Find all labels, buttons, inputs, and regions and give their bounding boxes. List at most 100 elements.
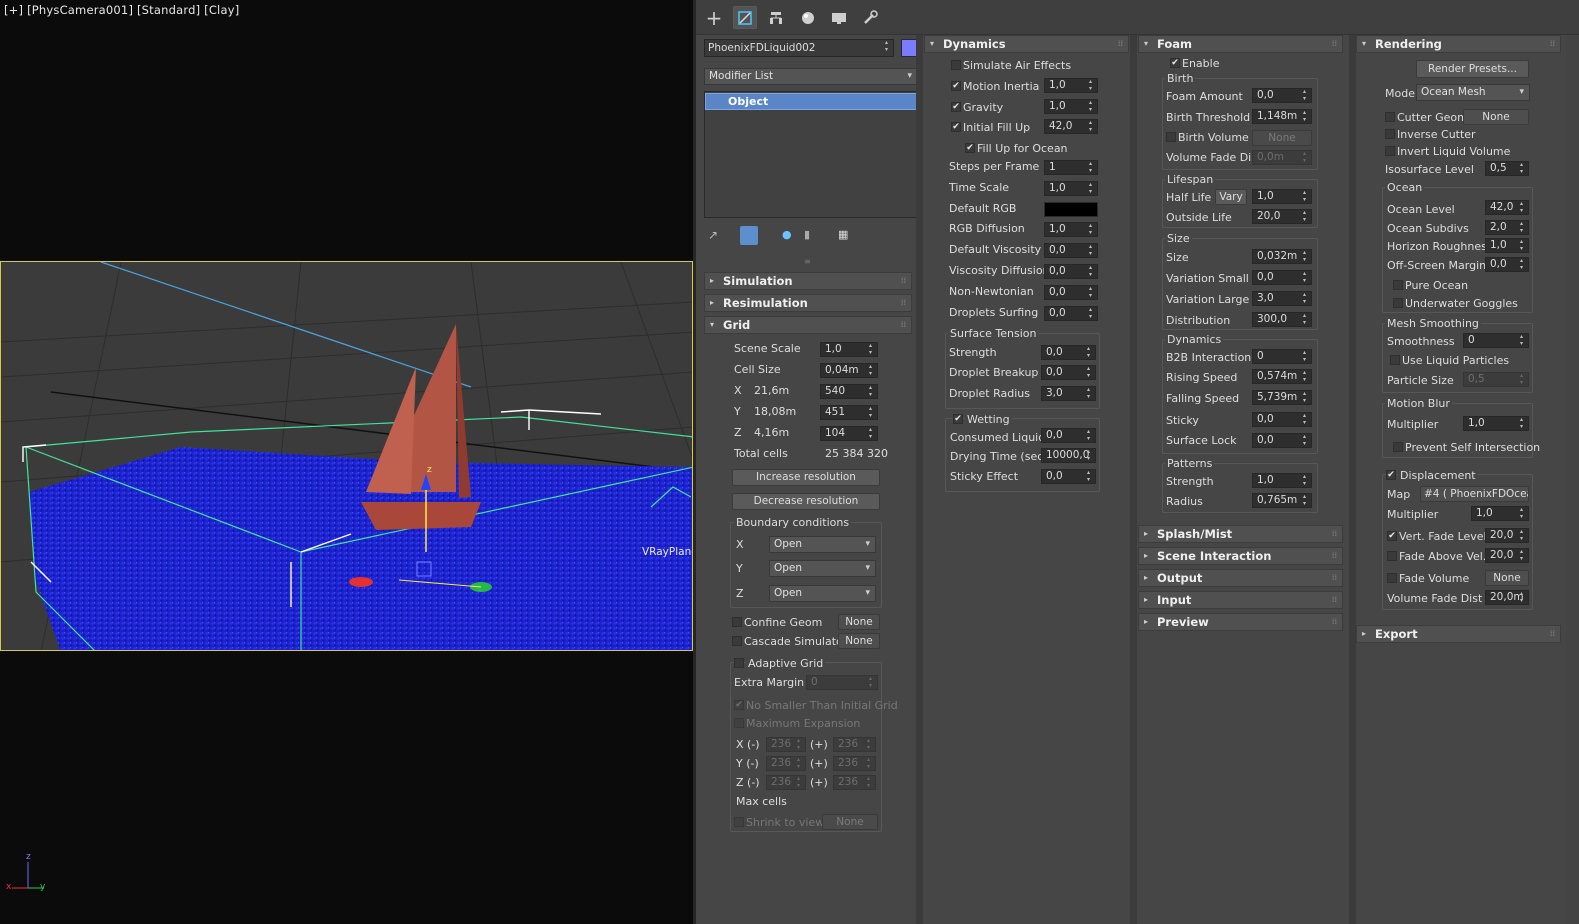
fill-up-ocean-checkbox[interactable] — [965, 143, 975, 153]
pin-stack-icon[interactable]: ↗ — [708, 228, 718, 242]
isosurface-level-spinner[interactable]: 0,5 — [1485, 161, 1529, 176]
fade-volume-checkbox[interactable] — [1387, 573, 1397, 583]
column-separator[interactable] — [1349, 35, 1356, 924]
rollout-input[interactable]: ▸ Input ⁞⁞ — [1138, 591, 1343, 609]
rollout-scene-interaction[interactable]: ▸ Scene Interaction ⁞⁞ — [1138, 547, 1343, 565]
wetting-checkbox[interactable] — [953, 414, 963, 424]
fade-above-vel-checkbox[interactable] — [1387, 551, 1397, 561]
smoothness-spinner[interactable]: 0 — [1463, 333, 1529, 348]
invert-liquid-checkbox[interactable] — [1385, 146, 1395, 156]
modifier-list-dropdown[interactable]: Modifier List — [704, 68, 918, 85]
fade-above-vel-spinner[interactable]: 20,0 — [1485, 548, 1529, 563]
displacement-map-button[interactable]: #4 ( PhoenixFDOcean — [1420, 486, 1529, 502]
boundary-y-dropdown[interactable]: Open — [769, 560, 876, 577]
rollout-preview[interactable]: ▸ Preview ⁞⁞ — [1138, 613, 1343, 631]
rollout-resimulation[interactable]: ▸ Resimulation ⁞⁞ — [704, 294, 912, 312]
size-spinner[interactable]: 0,032m — [1252, 249, 1312, 264]
x-plus-spinner[interactable]: 236 — [833, 737, 876, 752]
remove-modifier-icon[interactable]: ▮ — [804, 228, 810, 241]
boundary-z-dropdown[interactable]: Open — [769, 585, 876, 602]
default-viscosity-spinner[interactable]: 0,0 — [1044, 243, 1098, 258]
grid-x-cells-spinner[interactable]: 540 — [820, 384, 878, 399]
create-tab-icon[interactable]: + — [702, 6, 726, 29]
variation-small-spinner[interactable]: 0,0 — [1252, 270, 1312, 285]
foam-amount-spinner[interactable]: 0,0 — [1252, 88, 1312, 103]
grid-y-cells-spinner[interactable]: 451 — [820, 405, 878, 420]
consumed-liquid-spinner[interactable]: 0,0 — [1041, 428, 1096, 443]
adaptive-grid-checkbox[interactable] — [734, 658, 744, 668]
rollout-simulation[interactable]: ▸ Simulation ⁞⁞ — [704, 272, 912, 290]
rollout-output[interactable]: ▸ Output ⁞⁞ — [1138, 569, 1343, 587]
birth-volume-button[interactable]: None — [1252, 130, 1312, 146]
increase-resolution-button[interactable]: Increase resolution — [732, 469, 880, 486]
droplet-breakup-spinner[interactable]: 0,0 — [1041, 365, 1096, 380]
droplets-surfing-spinner[interactable]: 0,0 — [1044, 306, 1098, 321]
render-presets-button[interactable]: Render Presets... — [1416, 60, 1529, 78]
display-tab-icon[interactable] — [827, 6, 851, 29]
st-strength-spinner[interactable]: 0,0 — [1041, 345, 1096, 360]
rollout-rendering[interactable]: ▾ Rendering ⁞⁞ — [1356, 35, 1561, 53]
volume-fade-dist-spinner[interactable]: 20,0m — [1485, 590, 1529, 605]
extra-margin-spinner[interactable]: 0 — [806, 675, 878, 690]
motion-inertia-checkbox[interactable] — [951, 81, 961, 91]
rollout-dynamics[interactable]: ▾ Dynamics ⁞⁞ — [924, 35, 1129, 53]
ocean-level-spinner[interactable]: 42,0 — [1485, 200, 1529, 215]
make-unique-icon[interactable]: ● — [782, 228, 792, 241]
decrease-resolution-button[interactable]: Decrease resolution — [732, 493, 880, 510]
object-name-field[interactable]: PhoenixFDLiquid002 — [704, 39, 894, 57]
cascade-simulator-button[interactable]: None — [838, 633, 880, 649]
cutter-geom-button[interactable]: None — [1463, 109, 1529, 125]
birth-threshold-spinner[interactable]: 1,148m — [1252, 109, 1312, 124]
steps-per-frame-spinner[interactable]: 1 — [1044, 160, 1098, 175]
z-minus-spinner[interactable]: 236 — [766, 775, 806, 790]
no-smaller-checkbox[interactable] — [734, 700, 744, 710]
rollout-splash-mist[interactable]: ▸ Splash/Mist ⁞⁞ — [1138, 525, 1343, 543]
rollout-foam[interactable]: ▾ Foam ⁞⁞ — [1138, 35, 1343, 53]
ocean-subdivs-spinner[interactable]: 2,0 — [1485, 220, 1529, 235]
show-end-result-icon[interactable] — [740, 226, 758, 245]
grid-z-cells-spinner[interactable]: 104 — [820, 426, 878, 441]
motion-blur-multiplier-spinner[interactable]: 1,0 — [1463, 416, 1529, 431]
foam-enable-checkbox[interactable] — [1170, 58, 1180, 68]
viscosity-diffusion-spinner[interactable]: 0,0 — [1044, 264, 1098, 279]
object-color-swatch[interactable] — [901, 39, 917, 57]
default-rgb-swatch[interactable] — [1044, 202, 1098, 217]
non-newtonian-spinner[interactable]: 0,0 — [1044, 285, 1098, 300]
utilities-tab-icon[interactable] — [858, 6, 882, 29]
half-life-spinner[interactable]: 1,0 — [1252, 189, 1312, 204]
viewport[interactable]: [+] [PhysCamera001] [Standard] [Clay] z … — [0, 0, 695, 924]
boundary-x-dropdown[interactable]: Open — [769, 536, 876, 553]
inverse-cutter-checkbox[interactable] — [1385, 129, 1395, 139]
falling-speed-spinner[interactable]: 5,739m — [1252, 390, 1312, 405]
rgb-diffusion-spinner[interactable]: 1,0 — [1044, 222, 1098, 237]
simulate-air-checkbox[interactable] — [951, 60, 961, 70]
column-separator[interactable] — [1130, 35, 1137, 924]
outside-life-spinner[interactable]: 20,0 — [1252, 209, 1312, 224]
y-plus-spinner[interactable]: 236 — [833, 756, 876, 771]
configure-modifier-sets-icon[interactable]: ▦ — [838, 228, 848, 241]
droplet-radius-spinner[interactable]: 3,0 — [1041, 386, 1096, 401]
column-separator[interactable] — [916, 35, 923, 924]
offscreen-margin-spinner[interactable]: 0,0 — [1485, 257, 1529, 272]
time-scale-spinner[interactable]: 1,0 — [1044, 181, 1098, 196]
horizon-roughness-spinner[interactable]: 1,0 — [1485, 238, 1529, 253]
sticky-effect-spinner[interactable]: 0,0 — [1041, 469, 1096, 484]
confine-geom-checkbox[interactable] — [732, 617, 742, 627]
scene-scale-spinner[interactable]: 1,0 — [820, 342, 878, 357]
shrink-to-view-checkbox[interactable] — [734, 817, 744, 827]
viewport-safe-frame[interactable]: z VRayPlane — [0, 261, 693, 651]
panel-resize-grip[interactable]: ≡ — [804, 257, 811, 266]
motion-tab-icon[interactable] — [796, 6, 820, 29]
rising-speed-spinner[interactable]: 0,574m — [1252, 369, 1312, 384]
drying-time-spinner[interactable]: 10000,0 — [1041, 448, 1096, 463]
b2b-interaction-spinner[interactable]: 0 — [1252, 349, 1312, 364]
stack-item-object[interactable]: Object — [705, 93, 917, 110]
birth-volume-checkbox[interactable] — [1166, 132, 1176, 142]
initial-fill-up-spinner[interactable]: 42,0 — [1044, 119, 1098, 134]
displacement-multiplier-spinner[interactable]: 1,0 — [1471, 506, 1529, 521]
max-expansion-checkbox[interactable] — [734, 718, 744, 728]
cell-size-spinner[interactable]: 0,04m — [820, 363, 878, 378]
cutter-geom-checkbox[interactable] — [1385, 112, 1395, 122]
mode-dropdown[interactable]: Ocean Mesh — [1416, 84, 1530, 101]
motion-inertia-spinner[interactable]: 1,0 — [1044, 78, 1098, 93]
